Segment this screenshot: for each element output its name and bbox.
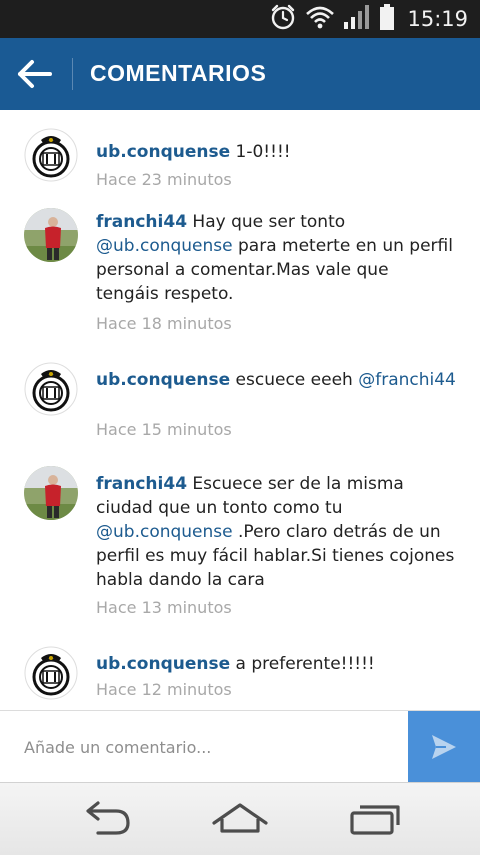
avatar[interactable] [24,128,78,182]
comment-text: franchi44 Hay que ser tonto @ub.conquens… [96,210,456,306]
comment-username[interactable]: ub.conquense [96,142,230,162]
comment-body: escuece eeeh [230,370,359,390]
comment-username[interactable]: ub.conquense [96,370,230,390]
nav-back-button[interactable] [76,799,136,839]
home-nav-icon [210,803,270,843]
comment-body: a preferente!!!!! [230,654,375,674]
status-icons: 15:19 [269,4,468,34]
avatar[interactable] [24,208,78,262]
comment-username[interactable]: franchi44 [96,474,187,494]
comment-timestamp: Hace 12 minutos [96,680,232,699]
comment-text: ub.conquense escuece eeeh @franchi44 [96,368,456,392]
comment-username[interactable]: ub.conquense [96,654,230,674]
comment-timestamp: Hace 18 minutos [96,314,232,333]
comment-timestamp: Hace 15 minutos [96,420,232,439]
comment-mention[interactable]: @ub.conquense [96,522,233,542]
wifi-icon [305,4,335,34]
alarm-icon [269,3,297,35]
status-bar: 15:19 [0,0,480,38]
comment-timestamp: Hace 23 minutos [96,170,232,189]
comment-text: ub.conquense 1-0!!!! [96,140,456,164]
club-crest-logo [24,646,78,700]
comment-body: 1-0!!!! [230,142,291,162]
comment-username[interactable]: franchi44 [96,212,187,232]
send-button[interactable] [408,711,480,783]
battery-icon [379,3,395,35]
user-photo [24,466,78,520]
nav-home-button[interactable] [210,799,270,839]
comments-list[interactable]: ub.conquense 1-0!!!! Hace 23 minutos fra… [0,110,480,710]
comment-text: ub.conquense a preferente!!!!! [96,652,456,676]
comment-timestamp: Hace 13 minutos [96,598,232,617]
app-bar-divider [72,58,73,90]
status-time: 15:19 [407,7,468,31]
signal-icon [343,4,371,34]
back-arrow-icon [12,60,58,100]
comment-mention[interactable]: @franchi44 [358,370,456,390]
club-crest-logo [24,128,78,182]
nav-recents-button[interactable] [344,799,404,839]
comment-input-bar [0,710,480,783]
page-title: COMENTARIOS [90,60,267,86]
user-photo [24,208,78,262]
back-nav-icon [76,801,136,843]
recents-nav-icon [344,805,404,843]
navigation-bar [0,782,480,855]
avatar[interactable] [24,646,78,700]
comment-input[interactable] [0,711,408,783]
avatar[interactable] [24,466,78,520]
back-button[interactable] [12,52,58,96]
comment-mention[interactable]: @ub.conquense [96,236,233,256]
avatar[interactable] [24,362,78,416]
comment-text: franchi44 Escuece ser de la misma ciudad… [96,472,456,592]
app-bar: COMENTARIOS [0,38,480,110]
comment-body: Hay que ser tonto [187,212,346,232]
club-crest-logo [24,362,78,416]
